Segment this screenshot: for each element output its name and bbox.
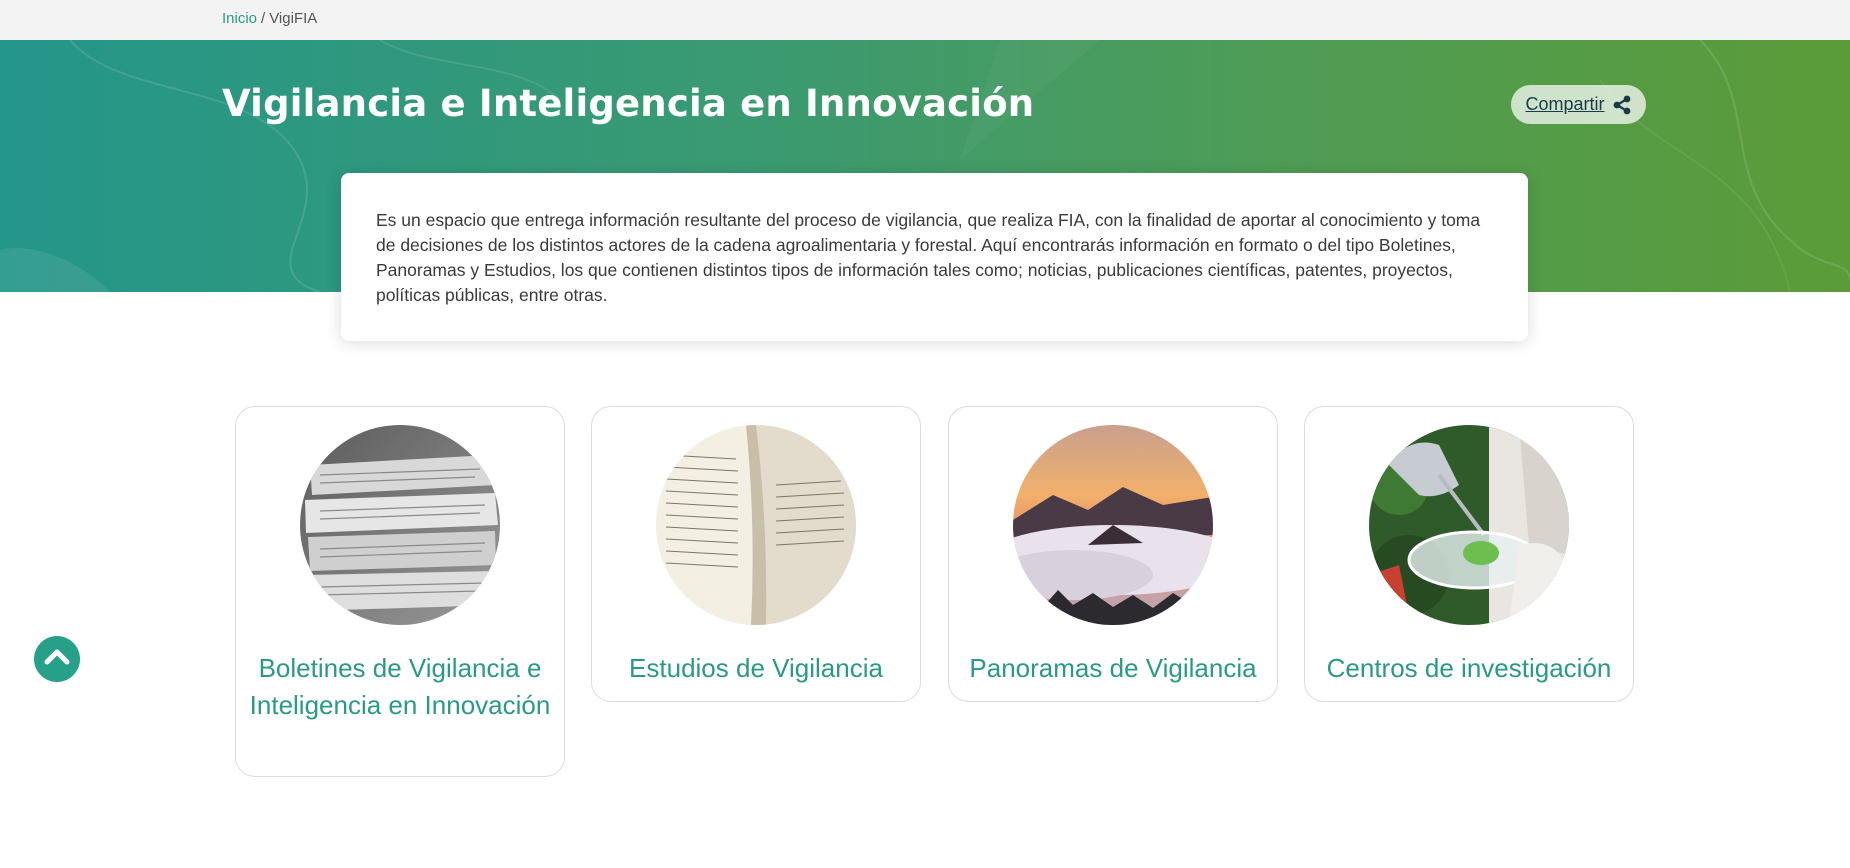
card-label: Panoramas de Vigilancia bbox=[969, 653, 1257, 683]
card-centros[interactable]: Centros de investigación bbox=[1304, 406, 1634, 702]
breadcrumb-home-link[interactable]: Inicio bbox=[222, 10, 257, 27]
breadcrumb-bar: Inicio / VigiFIA bbox=[0, 0, 1850, 40]
breadcrumb-separator: / bbox=[261, 10, 266, 27]
breadcrumb: Inicio / VigiFIA bbox=[222, 10, 317, 27]
card-label: Estudios de Vigilancia bbox=[629, 653, 883, 683]
lab-petri-dish-image bbox=[1369, 425, 1569, 625]
card-estudios[interactable]: Estudios de Vigilancia bbox=[591, 406, 921, 702]
category-cards: Boletines de Vigilancia e Inteligencia e… bbox=[235, 406, 1635, 806]
intro-text: Es un espacio que entrega información re… bbox=[376, 210, 1481, 305]
intro-card: Es un espacio que entrega información re… bbox=[341, 173, 1528, 341]
share-icon bbox=[1612, 95, 1632, 115]
card-boletines[interactable]: Boletines de Vigilancia e Inteligencia e… bbox=[235, 406, 565, 777]
card-label: Centros de investigación bbox=[1326, 653, 1612, 683]
share-button[interactable]: Compartir bbox=[1511, 85, 1646, 124]
card-label: Boletines de Vigilancia e Inteligencia e… bbox=[249, 653, 551, 720]
page-title: Vigilancia e Inteligencia en Innovación bbox=[222, 82, 1035, 125]
open-book-image bbox=[656, 425, 856, 625]
scroll-to-top-button[interactable] bbox=[34, 636, 80, 682]
newspapers-image bbox=[300, 425, 500, 625]
card-panoramas[interactable]: Panoramas de Vigilancia bbox=[948, 406, 1278, 702]
share-label: Compartir bbox=[1525, 94, 1605, 114]
mountain-landscape-image bbox=[1013, 425, 1213, 625]
chevron-up-icon bbox=[44, 647, 70, 672]
breadcrumb-current: VigiFIA bbox=[269, 10, 318, 27]
